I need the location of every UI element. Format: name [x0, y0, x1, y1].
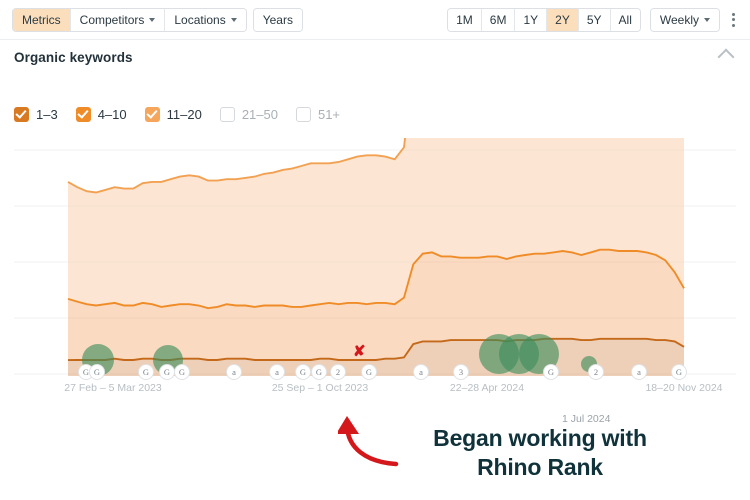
x-axis-tick-label: 27 Feb – 5 Mar 2023 — [64, 382, 162, 394]
update-marker-g[interactable]: G — [159, 364, 175, 380]
left-tab-group: Metrics Competitors Locations Years — [12, 7, 303, 32]
view-tabs: Metrics Competitors Locations — [12, 7, 247, 32]
legend-label: 1–3 — [36, 107, 58, 122]
x-axis-tick-label: 22–28 Apr 2024 — [449, 382, 525, 394]
range-all[interactable]: All — [610, 8, 640, 31]
range-1m[interactable]: 1M — [448, 8, 482, 31]
legend-label: 21–50 — [241, 107, 278, 122]
tab-locations[interactable]: Locations — [165, 8, 246, 31]
tab-label: Locations — [174, 12, 226, 27]
update-marker-2[interactable]: 2 — [588, 364, 604, 380]
granularity-button[interactable]: Weekly — [650, 8, 719, 31]
page-title: Organic keywords — [14, 49, 133, 65]
update-marker-g[interactable]: G — [138, 364, 154, 380]
update-marker-a[interactable]: a — [413, 364, 429, 380]
date-range-selector: 1M 6M 1Y 2Y 5Y All — [447, 7, 641, 32]
range-label: 1M — [456, 12, 473, 27]
range-label: 2Y — [555, 12, 570, 27]
legend-label: 51+ — [317, 107, 341, 122]
range-2y[interactable]: 2Y — [547, 8, 579, 31]
kebab-menu-icon[interactable] — [729, 9, 738, 31]
top-toolbar: Metrics Competitors Locations Years 1M 6M 1Y… — [0, 0, 750, 40]
checkbox-icon[interactable] — [14, 107, 29, 122]
tab-years[interactable]: Years — [253, 8, 302, 31]
chevron-down-icon — [149, 17, 156, 22]
checkbox-icon[interactable] — [295, 107, 311, 122]
annotation-line-2: Rhino Rank — [477, 454, 603, 481]
chevron-down-icon — [230, 17, 237, 22]
red-x-marker: ✘ — [353, 343, 366, 360]
checkbox-icon[interactable] — [144, 107, 160, 122]
years-tab-group: Years — [252, 7, 303, 32]
update-marker-g[interactable]: G — [543, 364, 559, 380]
tab-competitors[interactable]: Competitors — [70, 8, 166, 31]
legend-item-1120[interactable]: 11–20 — [144, 107, 202, 122]
range-label: All — [618, 12, 632, 27]
annotation-callout: Began working with Rhino Rank — [390, 424, 690, 483]
legend-item-410[interactable]: 4–10 — [75, 107, 127, 122]
legend-item-2150[interactable]: 21–50 — [219, 107, 278, 122]
checkbox-icon[interactable] — [219, 107, 235, 122]
legend-item-13[interactable]: 1–3 — [14, 107, 58, 122]
update-marker-g[interactable]: G — [361, 364, 377, 380]
update-marker-g[interactable]: G — [671, 364, 687, 380]
tab-label: Metrics — [22, 12, 61, 27]
range-6m[interactable]: 6M — [481, 8, 516, 31]
legend-item-51+[interactable]: 51+ — [295, 107, 341, 122]
update-marker-2[interactable]: 2 — [330, 364, 346, 380]
section-header: Organic keywords — [0, 40, 750, 74]
checkbox-icon[interactable] — [75, 107, 91, 122]
update-marker-g[interactable]: G — [311, 364, 327, 380]
toolbar-right-group: 1M 6M 1Y 2Y 5Y All Weekly — [447, 7, 738, 32]
tab-label: Competitors — [79, 12, 145, 27]
x-axis-tick-label: 18–20 Nov 2024 — [645, 382, 723, 394]
range-label: 5Y — [586, 12, 602, 27]
tab-metrics[interactable]: Metrics — [13, 8, 71, 31]
update-marker-g[interactable]: G — [295, 364, 311, 380]
chevron-up-icon[interactable] — [717, 48, 735, 66]
legend-label: 11–20 — [166, 107, 202, 122]
granularity-selector: Weekly — [649, 7, 720, 32]
range-label: 1Y — [523, 12, 539, 27]
update-marker-a[interactable]: a — [269, 364, 285, 380]
range-1y[interactable]: 1Y — [515, 8, 548, 31]
update-marker-3[interactable]: 3 — [453, 364, 469, 380]
legend-label: 4–10 — [97, 107, 127, 122]
range-label: 6M — [489, 12, 507, 27]
granularity-label: Weekly — [659, 12, 699, 27]
update-marker-g[interactable]: G — [89, 364, 105, 380]
chevron-down-icon — [704, 17, 710, 22]
update-marker-a[interactable]: a — [631, 364, 647, 380]
update-marker-g[interactable]: G — [174, 364, 190, 380]
range-5y[interactable]: 5Y — [578, 8, 611, 31]
tab-years-label: Years — [262, 12, 293, 27]
annotation-line-1: Began working with — [433, 425, 647, 451]
update-marker-a[interactable]: a — [226, 364, 242, 380]
legend: 1–3 4–10 11–20 21–50 51+ — [14, 107, 354, 122]
x-axis-tick-label: 25 Sep – 1 Oct 2023 — [271, 382, 369, 394]
